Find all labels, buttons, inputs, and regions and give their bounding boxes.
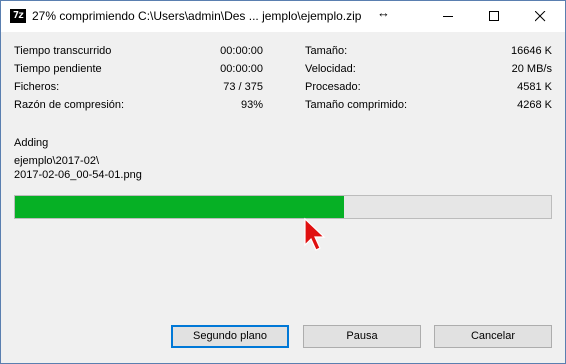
remaining-time-label: Tiempo pendiente [14,63,102,75]
speed-label: Velocidad: [305,63,356,75]
progress-bar [14,195,552,219]
progress-bar-fill [15,196,345,218]
compression-ratio-value: 93% [240,99,263,111]
maximize-icon [489,11,499,21]
title-bar[interactable]: 7z 27% comprimiendo C:\Users\admin\Des .… [1,1,565,32]
pause-button[interactable]: Pausa [303,325,421,348]
resize-horizontal-icon: ↔ [377,5,390,20]
elapsed-time-label: Tiempo transcurrido [14,45,112,57]
close-icon [535,11,546,22]
current-file-name: 2017-02-06_00-54-01.png [14,169,142,181]
close-button[interactable] [517,1,564,32]
activity-status: Adding [14,137,49,149]
size-label: Tamaño: [305,45,348,57]
maximize-button[interactable] [471,1,517,32]
compressed-size-label: Tamaño comprimido: [305,99,408,111]
window-title: 27% comprimiendo C:\Users\admin\Des ... … [32,9,362,23]
compression-ratio-label: Razón de compresión: [14,99,125,111]
size-value: 16646 K [511,45,552,57]
files-value: 73 / 375 [223,81,263,93]
files-label: Ficheros: [14,81,60,93]
speed-value: 20 MB/s [511,63,552,75]
processed-value: 4581 K [517,81,552,93]
current-file-path: ejemplo\2017-02\ [14,155,100,167]
remaining-time-value: 00:00:00 [220,63,263,75]
background-button[interactable]: Segundo plano [171,325,289,348]
compressed-size-value: 4268 K [517,99,552,111]
cancel-button[interactable]: Cancelar [434,325,552,348]
app-icon: 7z [10,9,26,23]
mouse-pointer-icon [304,217,326,251]
elapsed-time-value: 00:00:00 [220,45,263,57]
compression-progress-window: 7z 27% comprimiendo C:\Users\admin\Des .… [0,0,566,364]
minimize-icon [443,16,453,17]
processed-label: Procesado: [305,81,361,93]
minimize-button[interactable] [425,1,471,32]
